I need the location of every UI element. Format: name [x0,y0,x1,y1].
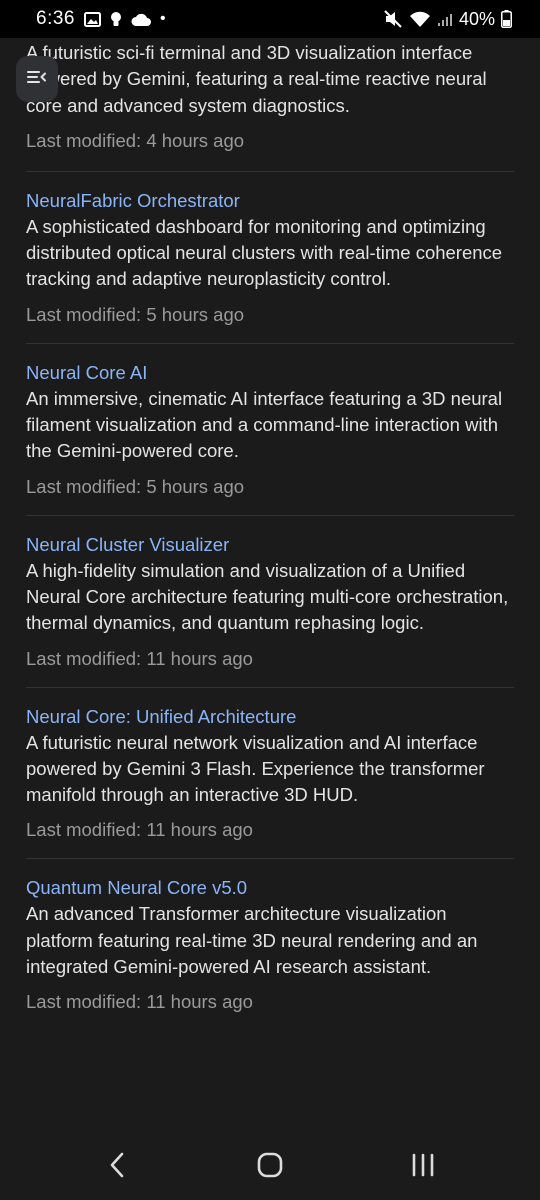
back-icon [109,1152,125,1183]
item-modified: Last modified: 11 hours ago [26,647,253,669]
status-left: 6:36 • [36,8,166,30]
item-description: An immersive, cinematic AI interface fea… [26,387,503,462]
status-bar: 6:36 • 40% [0,0,540,38]
lightbulb-icon [110,11,122,28]
item-description: A high-fidelity simulation and visualiza… [26,559,509,634]
list-item[interactable]: Neural Cluster Visualizer A high-fidelit… [26,516,514,688]
navigation-bar [0,1134,540,1200]
list-item[interactable]: Neural Core: Unified Architecture A futu… [26,688,514,860]
status-time: 6:36 [36,8,75,29]
app-screen: 6:36 • 40% A futuristic sci-fi terminal … [0,0,540,1200]
back-button[interactable] [77,1137,157,1197]
home-icon [257,1152,283,1183]
cloud-icon [131,13,151,26]
item-description: A futuristic sci-fi terminal and 3D visu… [26,42,487,116]
item-description: A futuristic neural network visualizatio… [26,731,485,806]
item-modified: Last modified: 11 hours ago [26,991,253,1013]
battery-icon [501,10,512,28]
item-description: A sophisticated dashboard for monitoring… [26,215,503,290]
signal-icon [437,12,453,27]
list-item[interactable]: Quantum Neural Core v5.0 An advanced Tra… [26,859,514,1030]
menu-collapse-icon [27,70,47,89]
wifi-icon [409,11,431,28]
list-item[interactable]: A futuristic sci-fi terminal and 3D visu… [26,38,514,172]
item-title[interactable]: NeuralFabric Orchestrator [26,188,514,214]
gallery-icon [83,11,101,27]
menu-button[interactable] [16,56,58,102]
recents-button[interactable] [383,1137,463,1197]
item-modified: Last modified: 5 hours ago [26,303,245,325]
item-title[interactable]: Quantum Neural Core v5.0 [26,875,514,901]
project-list: A futuristic sci-fi terminal and 3D visu… [26,38,514,1030]
project-list-container[interactable]: A futuristic sci-fi terminal and 3D visu… [0,38,540,1134]
item-description: An advanced Transformer architecture vis… [26,903,478,978]
list-item[interactable]: Neural Core AI An immersive, cinematic A… [26,344,514,516]
battery-percent: 40% [458,8,495,29]
item-modified: Last modified: 5 hours ago [26,475,245,497]
item-title[interactable]: Neural Cluster Visualizer [26,532,514,558]
recents-icon [411,1153,435,1182]
mute-icon [383,10,403,28]
notification-dot: • [159,10,166,27]
item-modified: Last modified: 11 hours ago [26,819,253,841]
home-button[interactable] [230,1137,310,1197]
list-item[interactable]: NeuralFabric Orchestrator A sophisticate… [26,172,514,344]
item-title[interactable]: Neural Core: Unified Architecture [26,704,514,730]
status-right: 40% [383,9,512,30]
item-modified: Last modified: 4 hours ago [26,129,245,151]
item-title[interactable]: Neural Core AI [26,360,514,386]
